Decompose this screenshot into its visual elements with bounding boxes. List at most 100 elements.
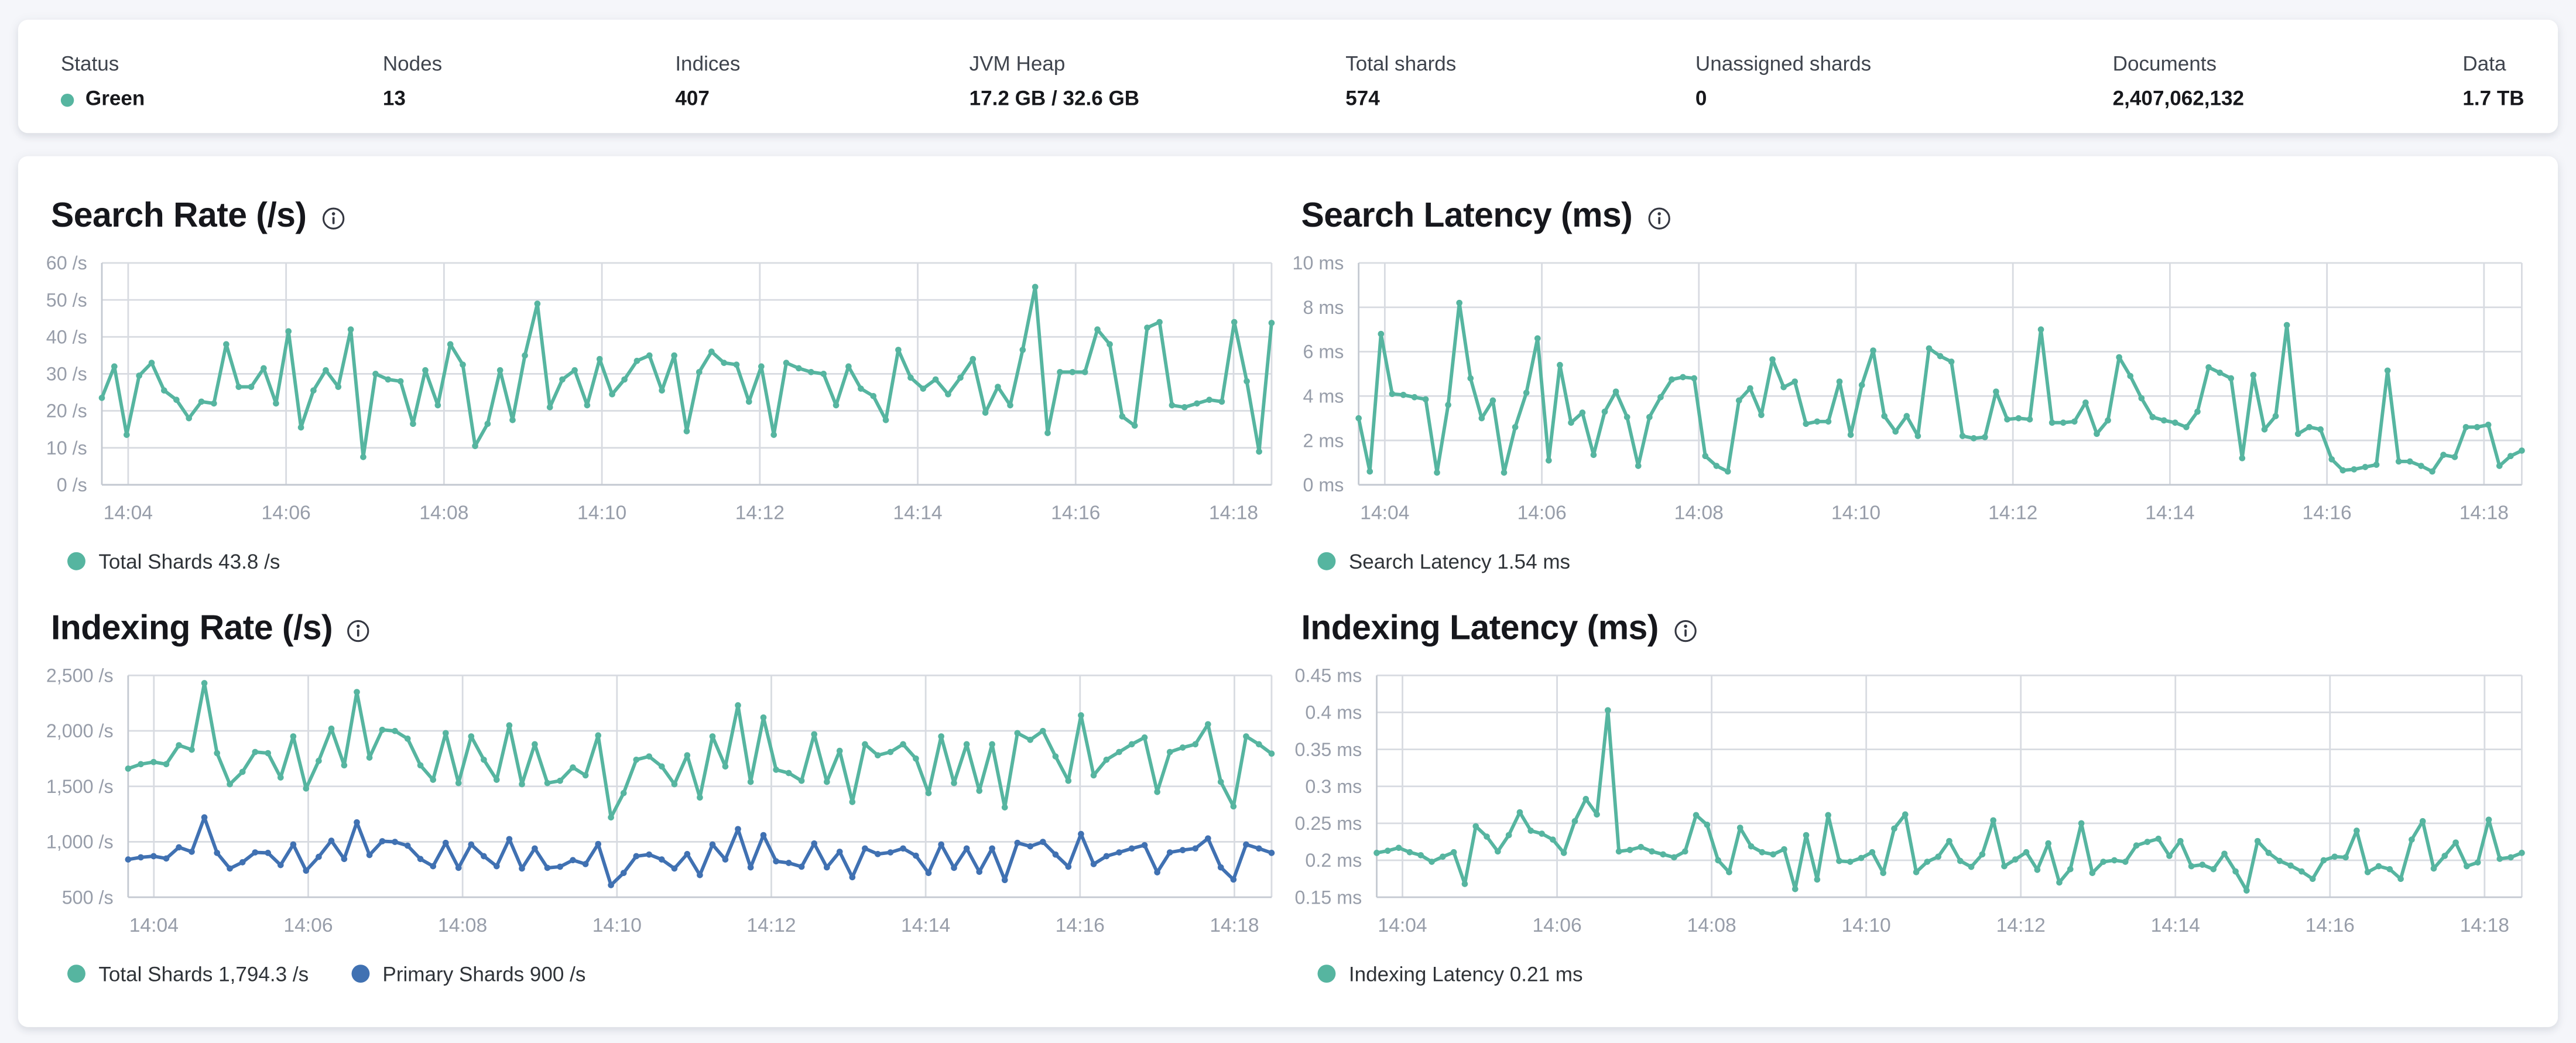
- series-point: [1612, 388, 1619, 395]
- series-point: [1366, 468, 1373, 475]
- series-point: [138, 854, 144, 861]
- info-icon[interactable]: [347, 620, 370, 642]
- chart-canvas-indexing-latency[interactable]: 0.15 ms 0.2 ms 0.25 ms 0.3 ms 0.35 ms 0.4 ms 0…: [1294, 665, 2525, 950]
- series-point: [633, 357, 640, 364]
- series-point: [1657, 394, 1664, 401]
- charts-panel: Search Rate (/s) 0 /s 10 /s 20 /s 30 /s 40 /…: [18, 156, 2558, 1027]
- series-point: [1001, 877, 1008, 884]
- stat-label: JVM Heap: [969, 52, 1066, 76]
- series-point: [1065, 863, 1072, 870]
- series-point: [316, 757, 322, 764]
- series-point: [1166, 748, 1173, 755]
- legend-item[interactable]: Primary Shards 900 /s: [351, 960, 585, 987]
- series-point: [1179, 847, 1186, 853]
- series-point: [938, 733, 944, 740]
- series-point: [385, 376, 392, 383]
- series-point: [1748, 843, 1755, 850]
- series-point: [874, 752, 881, 759]
- series-point: [907, 374, 914, 381]
- series-point: [1484, 833, 1490, 840]
- series-point: [1119, 413, 1126, 420]
- chart-canvas-search-rate[interactable]: 0 /s 10 /s 20 /s 30 /s 40 /s 50 /s 60 /s 14:04 1…: [46, 252, 1275, 538]
- legend-item[interactable]: Search Latency 1.54 ms: [1317, 548, 1570, 574]
- stat-value: 1.7 TB: [2462, 87, 2524, 111]
- series-point: [557, 863, 563, 870]
- series-point: [836, 747, 843, 754]
- stat-label: Data: [2462, 52, 2506, 76]
- series-point: [2015, 415, 2022, 422]
- series-point: [1128, 845, 1135, 852]
- series-point: [1713, 463, 1720, 469]
- series-point: [1623, 413, 1630, 420]
- x-axis-label: 14:18: [1210, 915, 1259, 936]
- series-point: [1355, 415, 1362, 422]
- info-icon[interactable]: [1647, 207, 1670, 230]
- series-point: [1791, 378, 1799, 385]
- series-point: [1660, 851, 1666, 858]
- series-point: [2250, 372, 2257, 378]
- series-point: [1615, 848, 1622, 855]
- series-point: [1579, 409, 1586, 416]
- series-point: [1495, 848, 1501, 855]
- series-point: [862, 741, 868, 748]
- series-point: [532, 845, 538, 852]
- series-point: [227, 865, 233, 872]
- stat-label: Documents: [2112, 52, 2217, 76]
- series-point: [2362, 464, 2369, 470]
- series-point: [845, 363, 852, 370]
- series-point: [1039, 727, 1046, 734]
- series-point: [124, 432, 130, 438]
- series-point: [239, 768, 246, 775]
- series-point: [1440, 853, 1446, 860]
- stat-label: Total shards: [1345, 52, 1457, 76]
- series-point: [1032, 283, 1039, 290]
- series-point: [1027, 843, 1034, 850]
- series-point: [2317, 426, 2324, 433]
- series-point: [1230, 876, 1237, 883]
- series-point: [252, 849, 259, 856]
- series-point: [1019, 347, 1026, 353]
- legend-item[interactable]: Total Shards 43.8 /s: [67, 548, 280, 574]
- chart-canvas-indexing-rate[interactable]: 500 /s 1,000 /s 1,500 /s 2,000 /s 2,500 /s 14…: [46, 665, 1275, 950]
- series-line-indexing-latency: [1375, 708, 2524, 892]
- series-point: [1836, 378, 1843, 385]
- stat-item-status: Status Green: [60, 53, 383, 112]
- y-axis-label: 500 /s: [62, 887, 114, 908]
- series-point: [1968, 863, 1975, 870]
- series-point: [297, 424, 304, 431]
- series-point: [1769, 356, 1776, 363]
- stat-label: Nodes: [382, 52, 443, 76]
- series-point: [721, 360, 727, 366]
- x-axis-label: 14:16: [2302, 502, 2351, 524]
- x-axis-label: 14:16: [2306, 915, 2355, 936]
- x-axis-label: 14:18: [1209, 502, 1258, 524]
- series-point: [2351, 466, 2358, 473]
- series-point: [1516, 809, 1523, 816]
- series-point: [160, 387, 167, 394]
- series-point: [1400, 391, 1407, 398]
- series-point: [1982, 434, 1988, 440]
- series-point: [1052, 851, 1059, 858]
- series-point: [1057, 368, 1063, 375]
- series-point: [1534, 335, 1541, 342]
- series-point: [1770, 851, 1776, 858]
- series-point: [1635, 463, 1642, 469]
- series-point: [608, 814, 614, 821]
- info-icon[interactable]: [321, 207, 344, 230]
- series-point: [138, 761, 144, 768]
- chart-title: Indexing Rate (/s): [50, 610, 333, 648]
- series-point: [1044, 430, 1051, 436]
- series-point: [2004, 416, 2010, 423]
- y-axis-label: 1,000 /s: [46, 832, 114, 853]
- series-point: [1069, 368, 1076, 375]
- series-point: [248, 384, 255, 390]
- x-axis-label: 14:14: [2145, 502, 2194, 524]
- series-point: [783, 360, 790, 366]
- y-axis-label: 1,500 /s: [46, 776, 114, 797]
- series-point: [2429, 468, 2435, 475]
- chart-canvas-search-latency[interactable]: 0 ms 2 ms 4 ms 6 ms 8 ms 10 ms 14:04 14:06 14:08…: [1293, 252, 2525, 538]
- series-point: [1373, 850, 1380, 856]
- info-icon[interactable]: [1673, 620, 1696, 642]
- legend-item[interactable]: Total Shards 1,794.3 /s: [67, 960, 309, 987]
- legend-item[interactable]: Indexing Latency 0.21 ms: [1317, 960, 1583, 987]
